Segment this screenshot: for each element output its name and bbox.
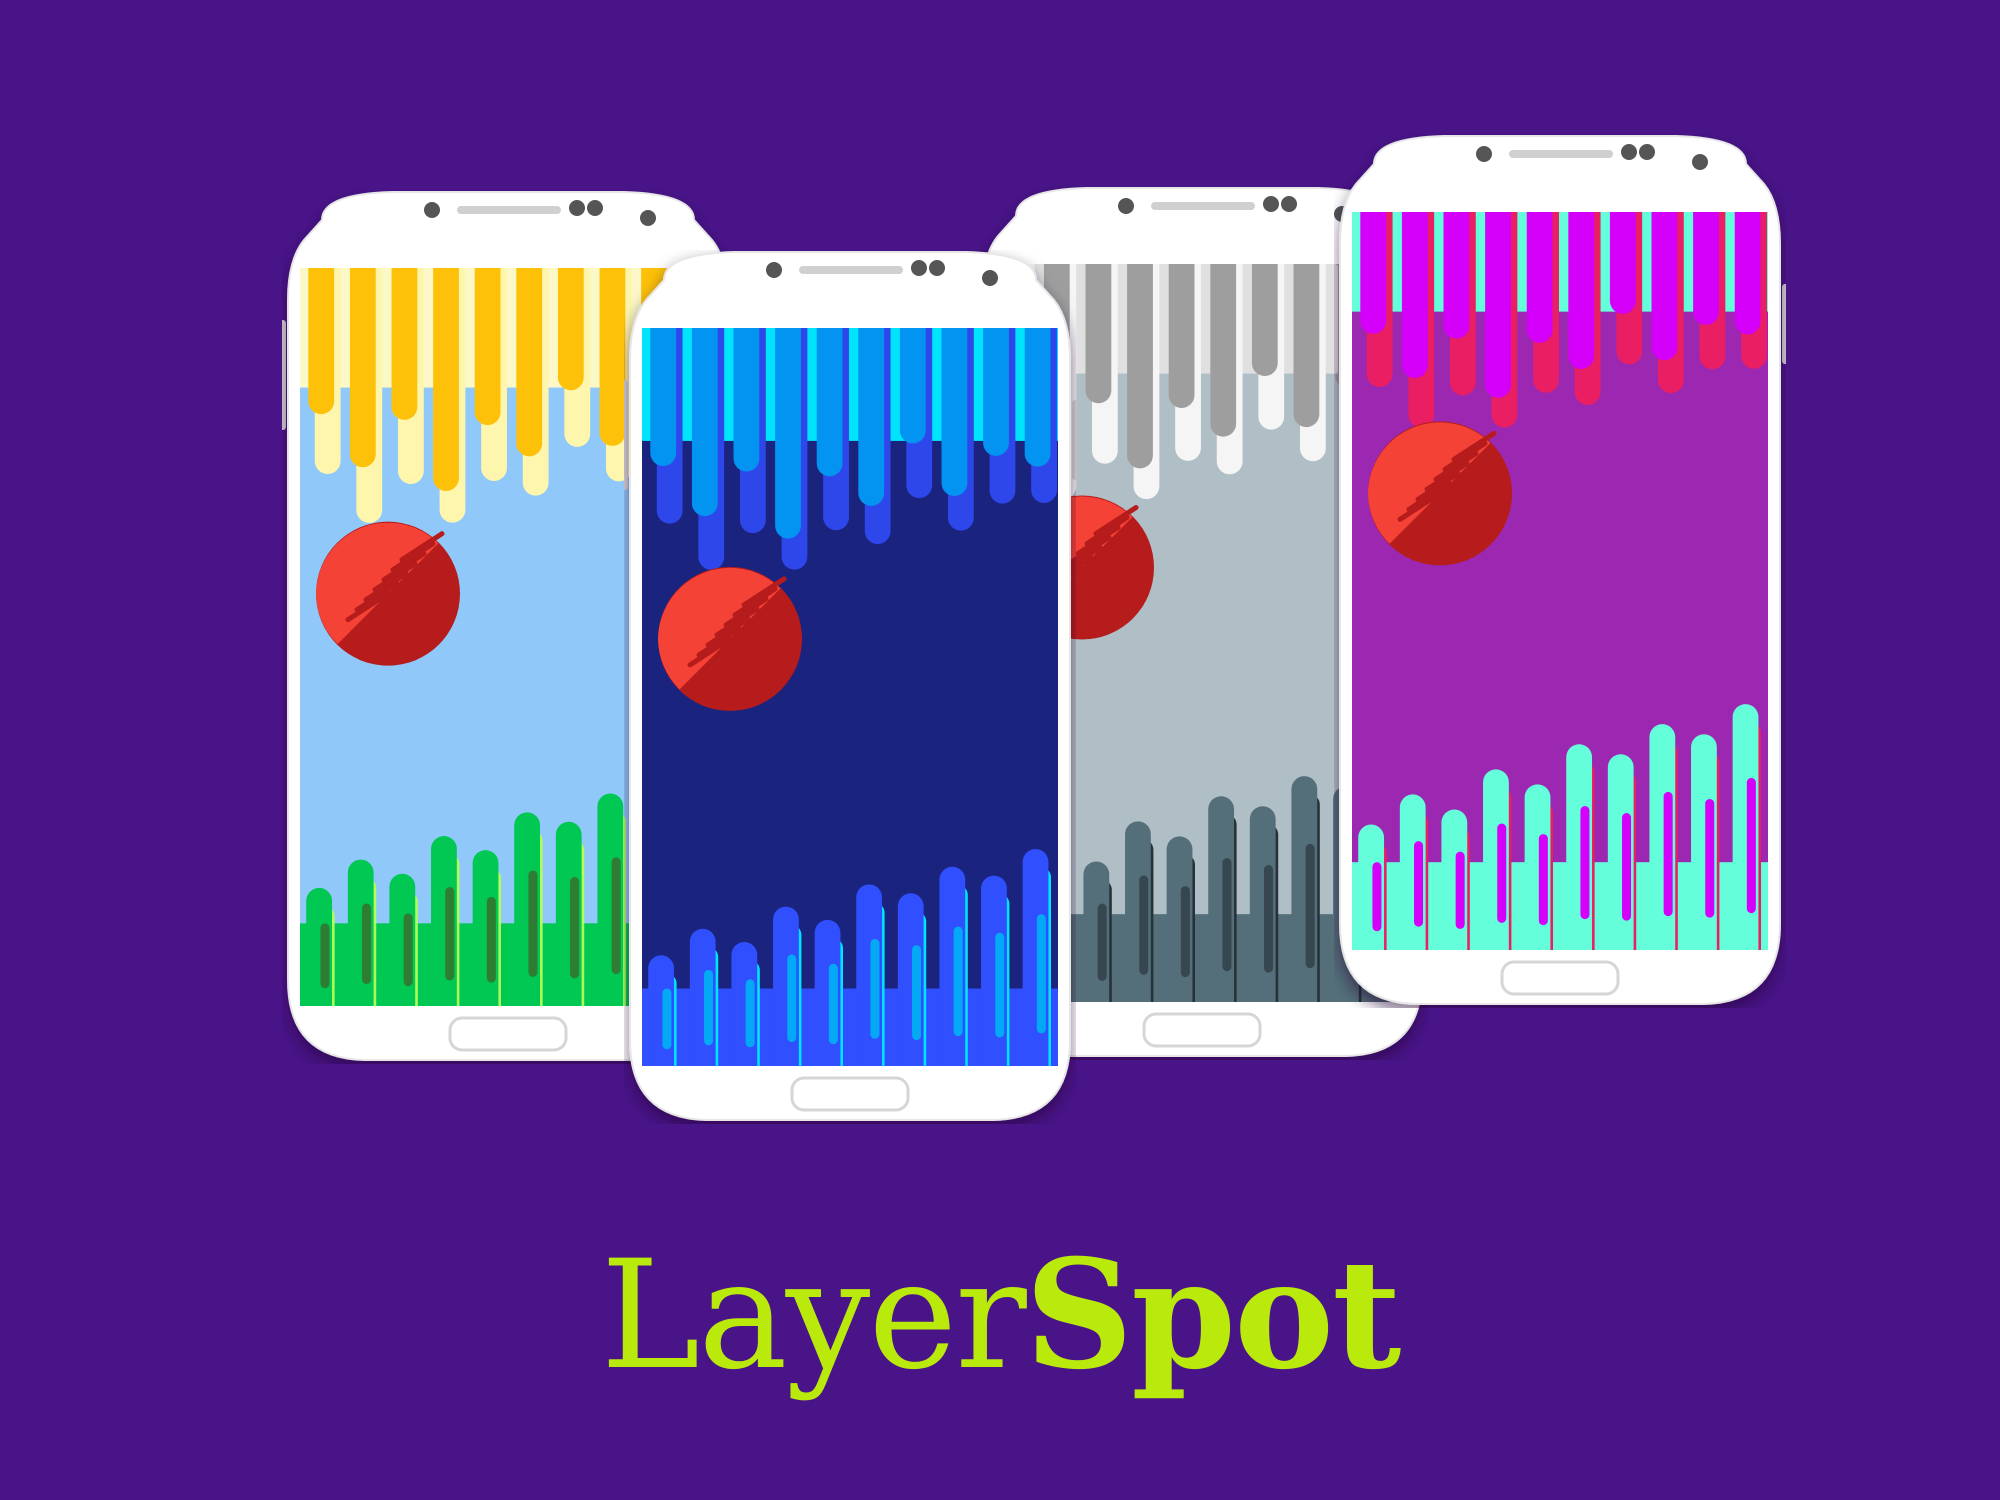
rise-shadow <box>1705 798 1715 918</box>
speaker-grille-icon <box>457 206 561 214</box>
phone-mockup-magenta <box>1330 134 1790 1008</box>
rise-shadow <box>445 886 455 981</box>
drip-front <box>599 268 626 446</box>
rise-shadow <box>745 979 755 1048</box>
rise-shadow <box>1414 841 1424 927</box>
sensor-icon <box>1118 198 1134 214</box>
sensor-icon <box>1263 196 1279 212</box>
home-button <box>790 1076 910 1112</box>
rise-shadow <box>320 923 330 989</box>
front-camera-icon <box>982 270 998 286</box>
sensor-icon <box>569 200 585 216</box>
rise-shadow <box>1222 857 1232 972</box>
drip-front <box>516 268 543 457</box>
side-button-right <box>1072 400 1080 480</box>
rise-shadow <box>1622 812 1632 921</box>
brand-word-spot: Spot <box>1024 1227 1402 1403</box>
rise-shadow <box>570 877 580 979</box>
rise-shadow <box>1180 886 1190 978</box>
side-button-left <box>1330 264 1338 374</box>
sensor-icon <box>1621 144 1637 160</box>
rise-shadow <box>486 896 496 983</box>
sensor-icon <box>929 260 945 276</box>
rise-shadow <box>787 954 797 1043</box>
screen-wallpaper <box>1352 212 1768 950</box>
sensor-icon <box>1281 196 1297 212</box>
sensor-icon <box>911 260 927 276</box>
rise-shadow <box>403 913 413 987</box>
screen-wallpaper <box>642 328 1058 1066</box>
phone-mockup-blue <box>620 250 1080 1124</box>
rise-shadow <box>1580 805 1590 920</box>
drip-front <box>775 328 801 539</box>
showcase-stage: LayerSpot <box>0 0 2000 1500</box>
side-button-right <box>1782 284 1790 364</box>
phone-magenta-svg <box>1330 135 1790 1005</box>
speaker-grille-icon <box>1151 202 1255 210</box>
rise-shadow <box>1139 875 1149 975</box>
phone-blue-svg <box>620 251 1080 1121</box>
rise-shadow <box>953 926 963 1037</box>
rise-shadow <box>611 857 621 975</box>
rise-shadow <box>1305 843 1315 969</box>
drip-front <box>858 328 885 506</box>
drip-front <box>433 268 459 491</box>
sensor-icon <box>424 202 440 218</box>
rise-shadow <box>828 963 838 1045</box>
drip-front <box>691 328 718 517</box>
rise-shadow <box>1538 834 1548 926</box>
brand-word-layer: Layer <box>600 1229 1027 1403</box>
rise-shadow <box>1264 864 1274 973</box>
sensor-icon <box>587 200 603 216</box>
side-button-left <box>278 320 286 430</box>
rise-shadow <box>1746 777 1756 914</box>
rise-shadow <box>870 938 880 1039</box>
drip-front <box>1485 212 1511 398</box>
brand-wordmark: LayerSpot <box>0 1230 2000 1401</box>
side-button-left <box>620 380 628 490</box>
speaker-grille-icon <box>799 266 903 274</box>
home-button <box>448 1016 568 1052</box>
rise-shadow <box>1455 851 1465 929</box>
drip-front <box>1210 264 1237 437</box>
sensor-icon <box>1476 146 1492 162</box>
speaker-grille-icon <box>1509 150 1613 158</box>
drip-front <box>1127 264 1153 469</box>
rise-shadow <box>1663 791 1673 917</box>
sensor-icon <box>1639 144 1655 160</box>
rise-shadow <box>1372 862 1382 932</box>
rise-shadow <box>1097 903 1107 981</box>
rise-shadow <box>995 932 1005 1038</box>
front-camera-icon <box>1692 154 1708 170</box>
front-camera-icon <box>640 210 656 226</box>
rise-shadow <box>1036 914 1046 1034</box>
rise-shadow <box>1497 823 1507 923</box>
rise-shadow <box>662 988 672 1050</box>
sensor-icon <box>766 262 782 278</box>
rise-shadow <box>528 870 538 977</box>
home-button <box>1142 1012 1262 1048</box>
rise-shadow <box>912 945 922 1041</box>
rise-shadow <box>362 903 372 985</box>
home-button <box>1500 960 1620 996</box>
rise-shadow <box>704 969 714 1046</box>
drip-front <box>349 268 376 468</box>
